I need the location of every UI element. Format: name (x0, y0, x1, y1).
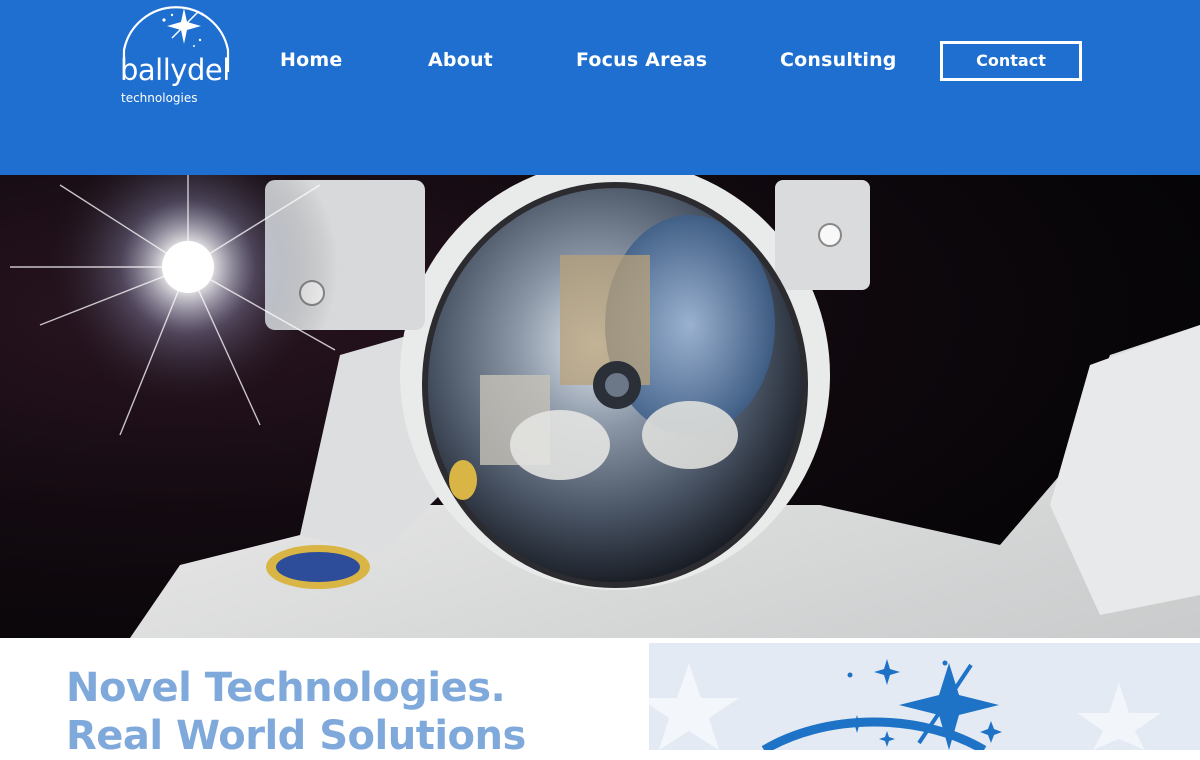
brand-star-arc-icon (649, 643, 1200, 750)
site-header: ballydel technologies Home About Focus A… (0, 0, 1200, 175)
logo-wordmark: ballydel (120, 53, 230, 87)
astronaut-photo (0, 175, 1200, 638)
tagline-line-2: Real World Solutions (66, 713, 526, 759)
nav-home-link[interactable]: Home (280, 47, 342, 73)
tagline-line-1: Novel Technologies. (66, 665, 506, 711)
hero-image (0, 175, 1200, 638)
contact-button[interactable]: Contact (940, 41, 1082, 81)
logo-subtitle: technologies (121, 91, 198, 105)
brand-image-panel (649, 643, 1200, 750)
nav-focus-areas-link[interactable]: Focus Areas (576, 47, 707, 73)
nav-consulting-link[interactable]: Consulting (780, 47, 897, 73)
brand-logo[interactable]: ballydel technologies (118, 6, 238, 110)
page-tagline: Novel Technologies. Real World Solutions (66, 664, 526, 760)
nav-about-link[interactable]: About (428, 47, 493, 73)
